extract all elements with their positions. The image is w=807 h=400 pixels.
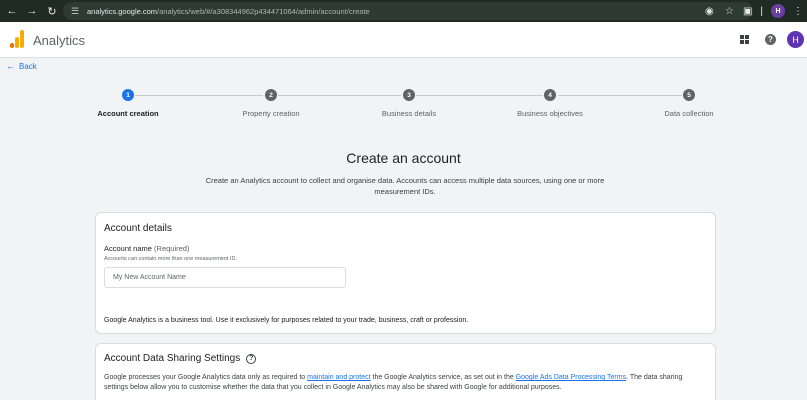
help-icon[interactable]: ? (765, 34, 776, 45)
page-title: Create an account (346, 150, 461, 166)
field-label-text: Account name (104, 244, 152, 253)
site-settings-icon[interactable]: ☰ (69, 5, 81, 17)
back-button[interactable]: ← Back (6, 61, 37, 71)
step-business-details: 3 Business details (354, 89, 464, 118)
arrow-right-icon[interactable]: → (24, 0, 40, 22)
step-number: 1 (122, 89, 134, 101)
url-path: /analytics/web/#/a308344962p434471064/ad… (157, 6, 370, 16)
step-label: Account creation (97, 109, 159, 118)
address-bar[interactable]: ☰ analytics.google.com/analytics/web/#/a… (63, 2, 753, 20)
step-label: Business objectives (517, 109, 583, 118)
reload-icon[interactable]: ↻ (44, 0, 60, 22)
body-text: the Google Analytics service, as set out… (370, 374, 516, 381)
star-icon[interactable]: ☆ (725, 6, 734, 17)
business-tool-note: Google Analytics is a business tool. Use… (104, 317, 469, 324)
sharing-description: Google processes your Google Analytics d… (104, 373, 704, 393)
app-name: Analytics (33, 33, 86, 48)
account-name-label: Account name (Required) (104, 244, 189, 253)
step-label: Property creation (242, 109, 300, 118)
browser-profile-avatar[interactable]: H (771, 4, 785, 18)
avatar[interactable]: H (787, 31, 804, 48)
step-number: 3 (403, 89, 415, 101)
account-details-card: Account details Account name (Required) … (95, 212, 716, 334)
arrow-left-icon: ← (6, 61, 15, 71)
back-label: Back (19, 61, 37, 71)
account-name-input[interactable] (104, 267, 346, 288)
required-marker: (Required) (154, 244, 190, 253)
divider-icon: | (760, 5, 763, 17)
data-sharing-card: Account Data Sharing Settings ? Google p… (95, 343, 716, 400)
card-title: Account Data Sharing Settings (104, 353, 241, 364)
maintain-protect-link[interactable]: maintain and protect (307, 374, 370, 381)
app-header: Analytics ? H (0, 22, 807, 58)
card-title-row: Account Data Sharing Settings ? (104, 353, 257, 364)
card-title: Account details (104, 223, 172, 234)
page-intro: Create an Analytics account to collect a… (205, 176, 605, 196)
url-text: analytics.google.com/analytics/web/#/a30… (87, 7, 370, 16)
browser-actions: ▣ | H ⋮ (739, 0, 807, 22)
step-business-objectives: 4 Business objectives (495, 89, 605, 118)
step-property-creation: 2 Property creation (216, 89, 326, 118)
step-number: 4 (544, 89, 556, 101)
arrow-left-icon[interactable]: ← (4, 0, 20, 22)
body-text: Google processes your Google Analytics d… (104, 374, 308, 381)
kebab-menu-icon[interactable]: ⋮ (793, 6, 803, 17)
data-processing-terms-link[interactable]: Google Ads Data Processing Terms (516, 374, 626, 381)
step-number: 5 (683, 89, 695, 101)
browser-toolbar: ← → ↻ ☰ analytics.google.com/analytics/w… (0, 0, 807, 22)
apps-grid-icon[interactable] (740, 35, 749, 44)
step-label: Business details (381, 109, 437, 118)
step-label: Data collection (664, 109, 714, 118)
eye-off-icon[interactable]: ◉ (705, 6, 714, 17)
step-number: 2 (265, 89, 277, 101)
step-account-creation: 1 Account creation (73, 89, 183, 118)
step-data-collection: 5 Data collection (634, 89, 744, 118)
extensions-icon[interactable]: ▣ (743, 6, 752, 17)
help-circle-icon[interactable]: ? (246, 353, 257, 364)
url-domain: analytics.google.com (87, 6, 158, 16)
analytics-logo-icon (10, 30, 24, 48)
account-name-help: Accounts can contain more than one measu… (104, 256, 237, 262)
